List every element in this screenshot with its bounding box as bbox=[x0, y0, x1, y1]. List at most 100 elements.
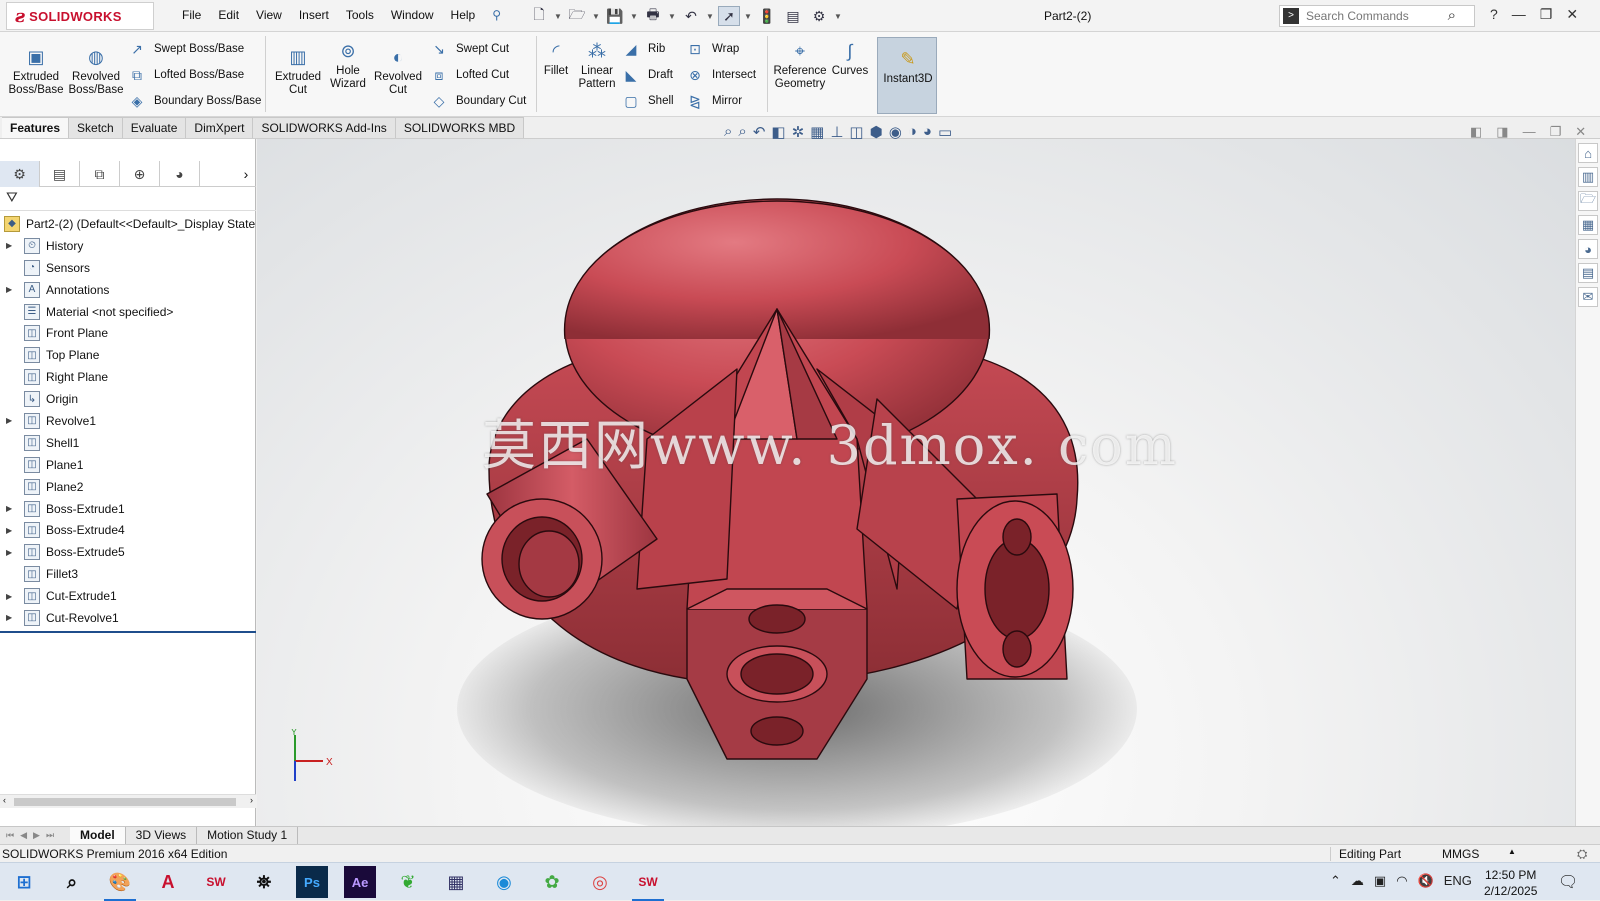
search-icon[interactable]: ⌕ bbox=[56, 866, 88, 898]
onedrive-icon[interactable]: ☁ bbox=[1351, 873, 1364, 889]
expand-arrow-icon[interactable]: ▶ bbox=[6, 613, 16, 622]
close-icon[interactable]: ✕ bbox=[1566, 6, 1578, 23]
tree-root[interactable]: ◆ Part2-(2) (Default<<Default>_Display S… bbox=[0, 213, 256, 235]
menu-file[interactable]: File bbox=[182, 8, 201, 22]
expand-arrow-icon[interactable]: ▶ bbox=[6, 504, 16, 513]
instant3d-toggle[interactable]: ✎ Instant3D bbox=[877, 37, 937, 114]
scrollbar-thumb[interactable] bbox=[14, 798, 236, 806]
clock[interactable]: 12:50 PM 2/12/2025 bbox=[1484, 867, 1537, 899]
design-library-icon[interactable]: ▥ bbox=[1578, 167, 1598, 187]
boundary-cut-button[interactable]: ◇ Boundary Cut bbox=[430, 92, 527, 110]
tray-app-icon[interactable]: ▣ bbox=[1374, 873, 1386, 889]
help-icon[interactable]: ? bbox=[1490, 6, 1498, 23]
pin-icon[interactable]: ⚲ bbox=[492, 8, 501, 22]
fillet-button[interactable]: ◜ Fillet bbox=[540, 40, 572, 78]
swept-cut-button[interactable]: ↘ Swept Cut bbox=[430, 40, 509, 58]
chevron-down-icon[interactable]: ▼ bbox=[706, 12, 714, 21]
reference-geometry-button[interactable]: ⌖ Reference Geometry bbox=[772, 40, 828, 91]
chevron-down-icon[interactable]: ▼ bbox=[592, 12, 600, 21]
shell-button[interactable]: ▢ Shell bbox=[622, 92, 673, 110]
restore-icon[interactable]: ❐ bbox=[1540, 6, 1553, 23]
expand-arrow-icon[interactable]: ▶ bbox=[6, 416, 16, 425]
curves-button[interactable]: ∫ Curves bbox=[830, 40, 870, 78]
tile-right-icon[interactable]: ◨ bbox=[1496, 124, 1508, 140]
tree-item[interactable]: ▶ ⏲ History bbox=[0, 235, 256, 257]
calculator-icon[interactable]: ▦ bbox=[440, 866, 472, 898]
tree-item[interactable]: ▶ A Annotations bbox=[0, 279, 256, 301]
mirror-button[interactable]: ⧎ Mirror bbox=[686, 92, 742, 110]
start-icon[interactable]: ⊞ bbox=[8, 866, 40, 898]
tab-model[interactable]: Model bbox=[70, 827, 126, 844]
tab-3d-views[interactable]: 3D Views bbox=[126, 827, 198, 844]
tree-item[interactable]: ↳ Origin bbox=[0, 388, 256, 410]
rebuild-icon[interactable]: 🚦 bbox=[756, 6, 778, 26]
draft-button[interactable]: ◣ Draft bbox=[622, 66, 673, 84]
menu-insert[interactable]: Insert bbox=[299, 8, 329, 22]
tree-item[interactable]: ☰ Material <not specified> bbox=[0, 301, 256, 323]
configuration-manager-tab-icon[interactable]: ⧉ bbox=[80, 161, 120, 187]
restore-icon[interactable]: ❐ bbox=[1550, 124, 1562, 140]
wifi-icon[interactable]: ◠ bbox=[1396, 873, 1407, 889]
edge-browser-icon[interactable]: ◉ bbox=[488, 866, 520, 898]
tree-item[interactable]: ◫ Right Plane bbox=[0, 366, 256, 388]
menu-help[interactable]: Help bbox=[451, 8, 476, 22]
tab-dimxpert[interactable]: DimXpert bbox=[186, 117, 254, 138]
tile-left-icon[interactable]: ◧ bbox=[1470, 124, 1482, 140]
minimize-icon[interactable]: — bbox=[1523, 124, 1536, 140]
chevron-up-icon[interactable]: ▲ bbox=[1508, 847, 1516, 856]
view-palette-icon[interactable]: ▦ bbox=[1578, 215, 1598, 235]
tree-item[interactable]: ▶ ◫ Boss-Extrude5 bbox=[0, 541, 256, 563]
tab-sketch[interactable]: Sketch bbox=[69, 117, 123, 138]
chevron-right-icon[interactable]: › bbox=[236, 161, 256, 186]
tab-addins[interactable]: SOLIDWORKS Add-Ins bbox=[253, 117, 396, 138]
leaf-app-icon[interactable]: ❦ bbox=[392, 866, 424, 898]
search-commands-input[interactable]: > Search Commands ⌕ bbox=[1279, 5, 1475, 27]
3d-part-model[interactable] bbox=[257, 139, 1575, 826]
chrome-icon[interactable]: ◎ bbox=[584, 866, 616, 898]
tree-item[interactable]: ◫ Fillet3 bbox=[0, 563, 256, 585]
file-properties-icon[interactable]: ▤ bbox=[782, 6, 804, 26]
menu-window[interactable]: Window bbox=[391, 8, 434, 22]
tree-item[interactable]: ◫ Plane1 bbox=[0, 454, 256, 476]
tree-item[interactable]: ◫ Shell1 bbox=[0, 432, 256, 454]
undo-icon[interactable]: ↶ bbox=[680, 6, 702, 26]
extruded-boss-button[interactable]: ▣ Extruded Boss/Base bbox=[8, 46, 64, 97]
select-pointer-icon[interactable]: ➚ bbox=[718, 6, 740, 26]
wrap-button[interactable]: ⊡ Wrap bbox=[686, 40, 739, 58]
expand-arrow-icon[interactable]: ▶ bbox=[6, 285, 16, 294]
tree-item[interactable]: ◫ Front Plane bbox=[0, 322, 256, 344]
menu-view[interactable]: View bbox=[256, 8, 282, 22]
lofted-boss-button[interactable]: ⧉ Lofted Boss/Base bbox=[128, 66, 244, 84]
chevron-down-icon[interactable]: ▼ bbox=[668, 12, 676, 21]
solidworks-2016-icon[interactable]: SW bbox=[200, 866, 232, 898]
network-app-icon[interactable]: ⛯ bbox=[248, 866, 280, 898]
menu-tools[interactable]: Tools bbox=[346, 8, 374, 22]
appearances-icon[interactable]: ◕ bbox=[1578, 239, 1598, 259]
display-manager-tab-icon[interactable]: ◕ bbox=[160, 161, 200, 187]
next-tab-icon[interactable]: ▶ bbox=[33, 830, 40, 841]
notification-icon[interactable]: 🗨 bbox=[1558, 872, 1578, 892]
expand-arrow-icon[interactable]: ▶ bbox=[6, 548, 16, 557]
last-tab-icon[interactable]: ⏭ bbox=[46, 830, 54, 841]
graphics-area[interactable]: 莫西网www. 3dmox. com X Y bbox=[257, 139, 1575, 826]
tab-features[interactable]: Features bbox=[2, 117, 70, 138]
linear-pattern-button[interactable]: ⁂ Linear Pattern bbox=[576, 40, 618, 91]
print-icon[interactable]: 🖶 bbox=[642, 6, 664, 26]
autocad-icon[interactable]: A bbox=[152, 866, 184, 898]
tab-evaluate[interactable]: Evaluate bbox=[122, 117, 187, 138]
expand-arrow-icon[interactable]: ▶ bbox=[6, 241, 16, 250]
custom-properties-icon[interactable]: ▤ bbox=[1578, 263, 1598, 283]
expand-arrow-icon[interactable]: ▶ bbox=[6, 592, 16, 601]
revolved-cut-button[interactable]: ◐ Revolved Cut bbox=[372, 46, 424, 97]
tab-motion-study[interactable]: Motion Study 1 bbox=[197, 827, 299, 844]
scroll-left-icon[interactable]: ‹ bbox=[3, 795, 6, 805]
paint-app-icon[interactable]: 🎨 bbox=[104, 866, 136, 901]
chevron-down-icon[interactable]: ▼ bbox=[744, 12, 752, 21]
rib-button[interactable]: ◢ Rib bbox=[622, 40, 666, 58]
tree-item[interactable]: ◫ Plane2 bbox=[0, 476, 256, 498]
save-icon[interactable]: 💾 bbox=[604, 6, 626, 26]
first-tab-icon[interactable]: ⏮ bbox=[6, 830, 14, 841]
tree-item[interactable]: ▶ ◫ Boss-Extrude4 bbox=[0, 519, 256, 541]
chevron-down-icon[interactable]: ▼ bbox=[834, 12, 842, 21]
after-effects-icon[interactable]: Ae bbox=[344, 866, 376, 898]
